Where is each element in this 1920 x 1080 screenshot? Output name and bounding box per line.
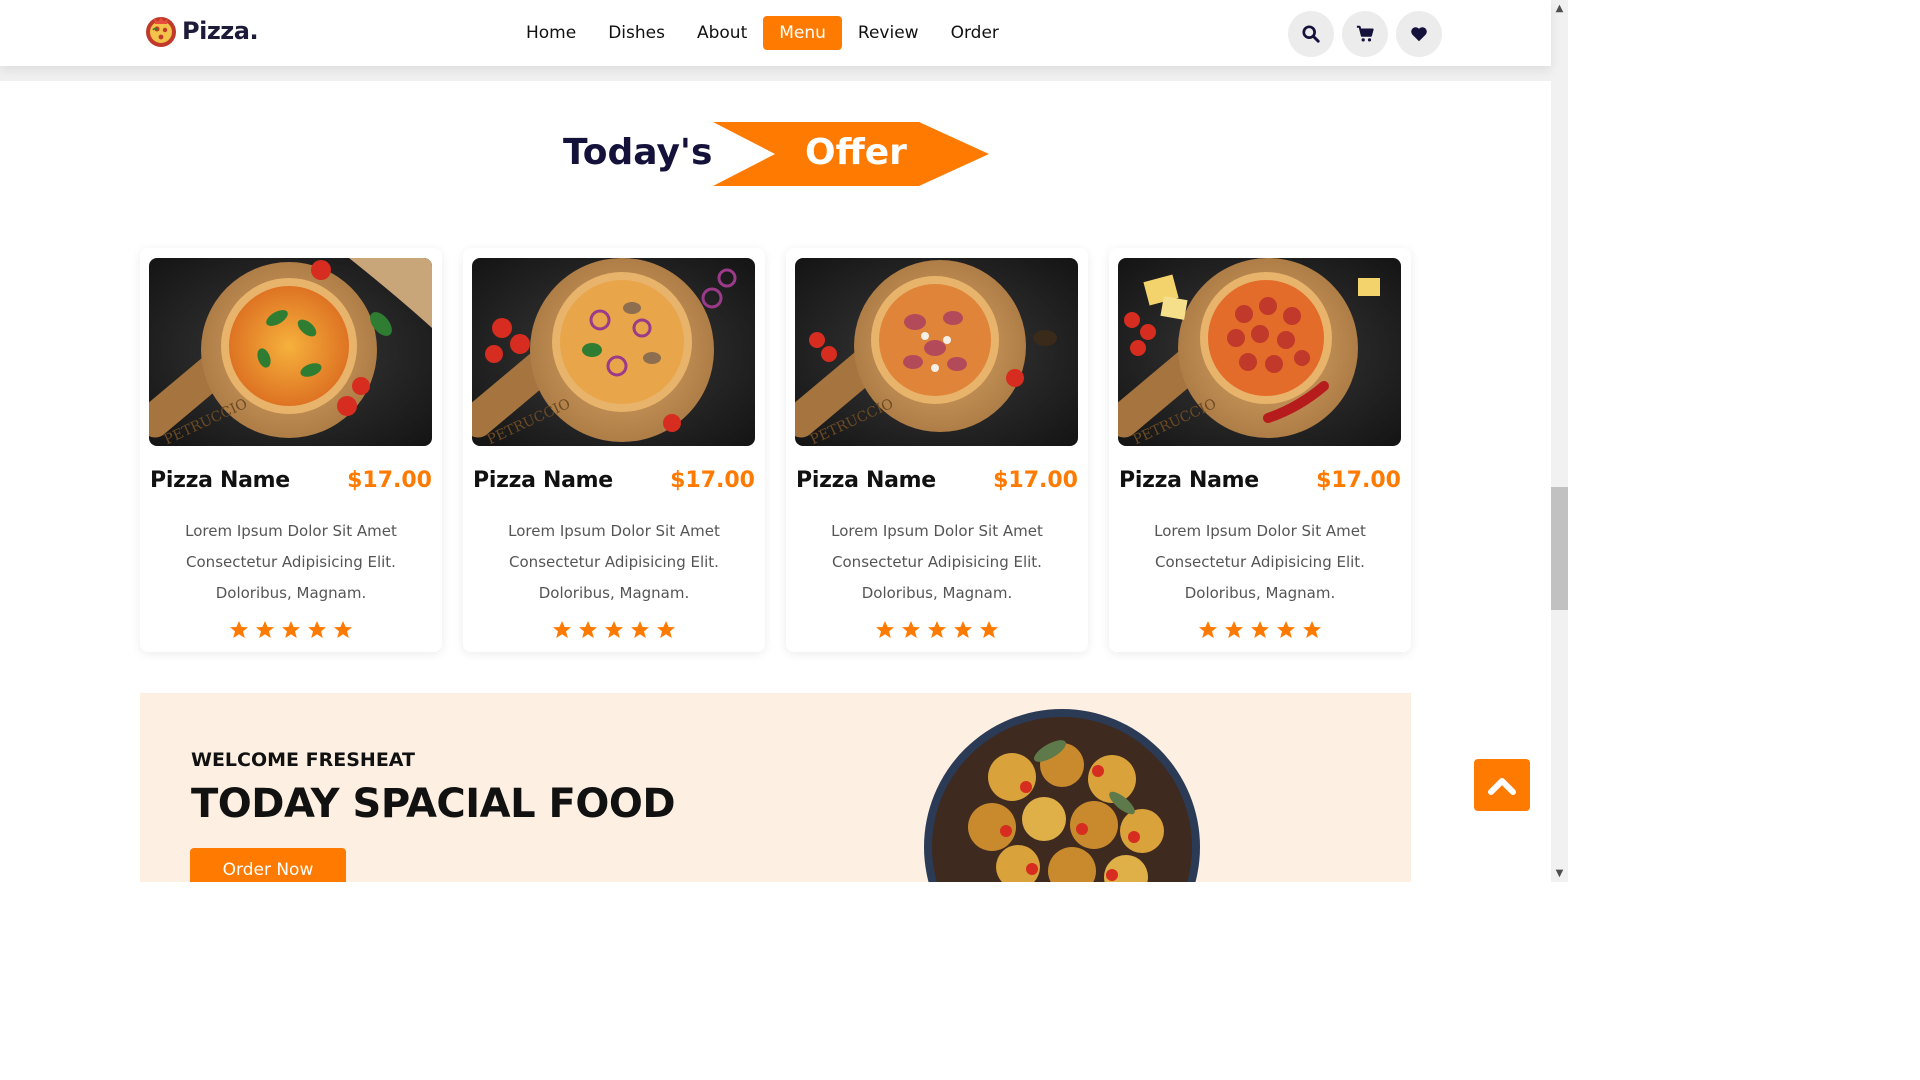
header-icons <box>1288 11 1442 57</box>
promo-title: TODAY SPACIAL FOOD <box>191 781 676 827</box>
logo-text: Pizza. <box>182 17 259 45</box>
pizza-description: Lorem Ipsum Dolor Sit Amet Consectetur A… <box>1129 516 1391 609</box>
pizza-name: Pizza Name <box>1119 468 1259 493</box>
star-icon <box>281 620 301 640</box>
nav-review[interactable]: Review <box>842 16 935 50</box>
pizza-price: $17.00 <box>347 468 432 493</box>
star-icon <box>927 620 947 640</box>
nav-home[interactable]: Home <box>510 16 592 50</box>
header-divider <box>0 66 1551 81</box>
rating-stars <box>140 620 442 640</box>
nav-dishes[interactable]: Dishes <box>592 16 681 50</box>
star-icon <box>307 620 327 640</box>
star-icon <box>1224 620 1244 640</box>
heart-icon <box>1411 27 1427 42</box>
section-title-prefix: Today's <box>563 132 713 173</box>
nav-about[interactable]: About <box>681 16 763 50</box>
description-line: Consectetur Adipisicing Elit. <box>1155 553 1365 571</box>
page-scrollbar[interactable] <box>1551 0 1568 882</box>
pizza-description: Lorem Ipsum Dolor Sit Amet Consectetur A… <box>483 516 745 609</box>
scroll-to-top-button[interactable] <box>1474 759 1530 811</box>
pizza-image: PETRUCCIO <box>472 258 755 446</box>
site-header: Pizza. Home Dishes About Menu Review Ord… <box>0 0 1551 66</box>
pizza-logo-icon <box>146 17 176 47</box>
scrollbar-thumb[interactable] <box>1551 487 1568 610</box>
rating-stars <box>786 620 1088 640</box>
cart-button[interactable] <box>1342 11 1388 57</box>
offer-card[interactable]: PETRUCCIO Pizza Name $17.00 Lorem Ipsum … <box>140 248 442 652</box>
star-icon <box>333 620 353 640</box>
promo-eyebrow: WELCOME FRESHEAT <box>191 749 415 771</box>
scroll-down-arrow-icon[interactable]: ▼ <box>1551 865 1568 882</box>
wishlist-button[interactable] <box>1396 11 1442 57</box>
pizza-image: PETRUCCIO <box>1118 258 1401 446</box>
star-icon <box>1276 620 1296 640</box>
order-now-button[interactable]: Order Now <box>190 848 346 882</box>
offer-card[interactable]: PETRUCCIO Pizza Name $17.00 Lorem Ipsum … <box>1109 248 1411 652</box>
star-icon <box>578 620 598 640</box>
pizza-price: $17.00 <box>670 468 755 493</box>
star-icon <box>979 620 999 640</box>
section-title: Today's Offer <box>563 120 993 188</box>
star-icon <box>630 620 650 640</box>
star-icon <box>604 620 624 640</box>
star-icon <box>901 620 921 640</box>
nav-order[interactable]: Order <box>935 16 1015 50</box>
rating-stars <box>463 620 765 640</box>
cart-icon <box>1356 25 1374 42</box>
chevron-up-icon <box>1488 778 1516 795</box>
star-icon <box>229 620 249 640</box>
description-line: Doloribus, Magnam. <box>215 584 367 602</box>
description-line: Lorem Ipsum Dolor Sit Amet <box>508 522 720 540</box>
pizza-name: Pizza Name <box>796 468 936 493</box>
logo[interactable]: Pizza. <box>144 14 259 48</box>
pizza-description: Lorem Ipsum Dolor Sit Amet Consectetur A… <box>806 516 1068 609</box>
star-icon <box>875 620 895 640</box>
pizza-price: $17.00 <box>993 468 1078 493</box>
pizza-price: $17.00 <box>1316 468 1401 493</box>
main-nav: Home Dishes About Menu Review Order <box>510 16 1015 50</box>
pizza-image: PETRUCCIO <box>149 258 432 446</box>
pizza-name: Pizza Name <box>150 468 290 493</box>
star-icon <box>1302 620 1322 640</box>
star-icon <box>255 620 275 640</box>
description-line: Lorem Ipsum Dolor Sit Amet <box>1154 522 1366 540</box>
offer-card[interactable]: PETRUCCIO Pizza Name $17.00 Lorem Ipsum … <box>463 248 765 652</box>
nav-menu[interactable]: Menu <box>763 16 842 50</box>
description-line: Lorem Ipsum Dolor Sit Amet <box>185 522 397 540</box>
description-line: Consectetur Adipisicing Elit. <box>832 553 1042 571</box>
star-icon <box>1198 620 1218 640</box>
scroll-up-arrow-icon[interactable]: ▲ <box>1551 0 1568 17</box>
description-line: Doloribus, Magnam. <box>861 584 1013 602</box>
pizza-description: Lorem Ipsum Dolor Sit Amet Consectetur A… <box>160 516 422 609</box>
description-line: Consectetur Adipisicing Elit. <box>509 553 719 571</box>
star-icon <box>552 620 572 640</box>
offer-card[interactable]: PETRUCCIO Pizza Name $17.00 Lorem Ipsum … <box>786 248 1088 652</box>
food-dish-image <box>924 709 1200 882</box>
rating-stars <box>1109 620 1411 640</box>
promo-banner: WELCOME FRESHEAT TODAY SPACIAL FOOD Orde… <box>140 693 1411 882</box>
star-icon <box>953 620 973 640</box>
star-icon <box>656 620 676 640</box>
star-icon <box>1250 620 1270 640</box>
description-line: Consectetur Adipisicing Elit. <box>186 553 396 571</box>
search-button[interactable] <box>1288 11 1334 57</box>
description-line: Doloribus, Magnam. <box>1184 584 1336 602</box>
pizza-image: PETRUCCIO <box>795 258 1078 446</box>
description-line: Doloribus, Magnam. <box>538 584 690 602</box>
pizza-name: Pizza Name <box>473 468 613 493</box>
search-icon <box>1302 25 1320 43</box>
description-line: Lorem Ipsum Dolor Sit Amet <box>831 522 1043 540</box>
section-title-highlight: Offer <box>805 132 907 173</box>
